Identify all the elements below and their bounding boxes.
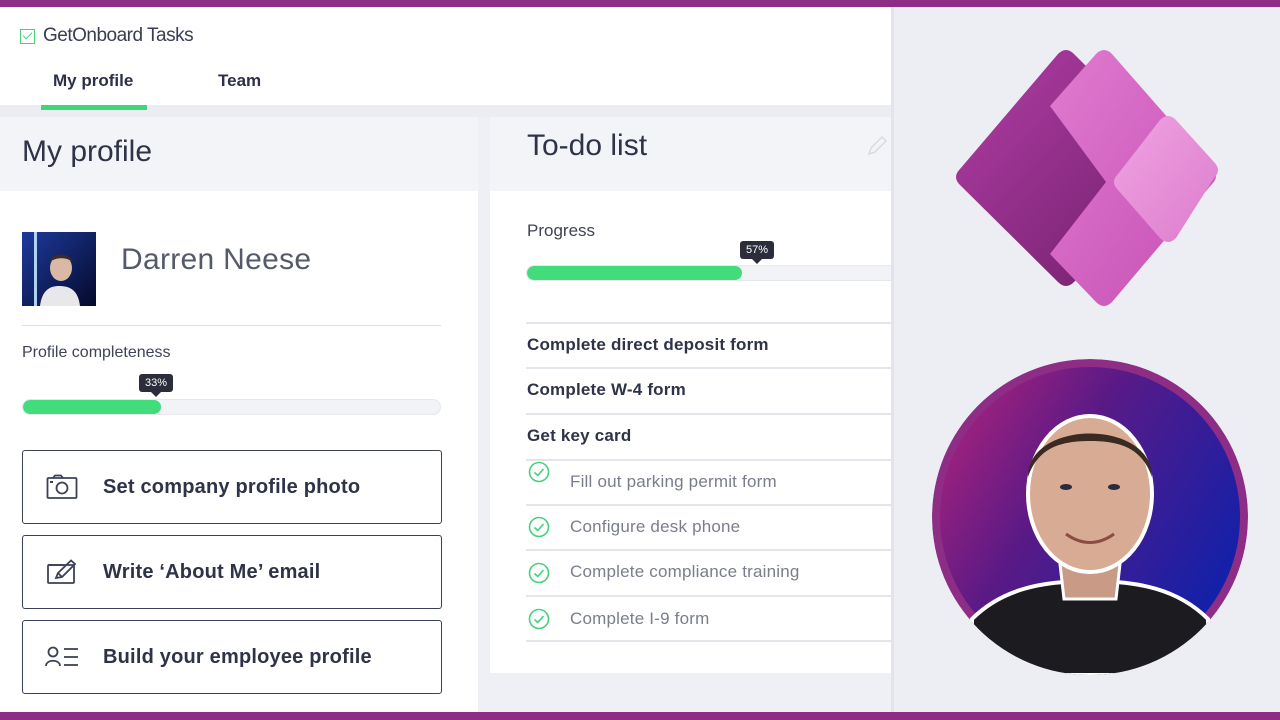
- profile-completeness-fill: [23, 400, 161, 414]
- tab-my-profile[interactable]: My profile: [53, 71, 133, 91]
- write-about-me-button[interactable]: Write ‘About Me’ email: [22, 535, 442, 609]
- profile-completeness-tooltip: 33%: [139, 374, 174, 397]
- edit-note-icon: [45, 557, 79, 587]
- divider: [891, 7, 894, 712]
- power-apps-logo: [956, 50, 1218, 306]
- set-profile-photo-label: Set company profile photo: [103, 475, 361, 498]
- presenter-portrait: [932, 359, 1248, 675]
- todo-progress-fill: [527, 266, 743, 280]
- profile-completeness-bar: [22, 399, 441, 415]
- check-circle-icon: [528, 608, 550, 630]
- app-title: GetOnboard Tasks: [43, 25, 194, 46]
- check-circle-icon: [528, 516, 550, 538]
- divider: [526, 549, 891, 551]
- contact-list-icon: [45, 642, 79, 672]
- write-about-me-label: Write ‘About Me’ email: [103, 560, 321, 583]
- divider: [526, 367, 891, 369]
- divider: [526, 595, 891, 597]
- divider: [526, 504, 891, 506]
- profile-panel-header: My profile: [0, 117, 478, 191]
- top-frame-bar: [0, 0, 1280, 7]
- todo-progress-tooltip: 57%: [740, 241, 775, 264]
- user-name: Darren Neese: [121, 243, 312, 276]
- todo-panel-header: To-do list: [490, 117, 891, 191]
- pencil-icon[interactable]: [866, 135, 888, 157]
- tab-team[interactable]: Team: [218, 71, 261, 91]
- todo-panel: To-do list Progress 57% Complete direct …: [490, 117, 891, 673]
- profile-title: My profile: [22, 135, 153, 168]
- divider: [526, 413, 891, 415]
- todo-item[interactable]: Complete W-4 form: [527, 380, 686, 400]
- build-employee-profile-button[interactable]: Build your employee profile: [22, 620, 442, 694]
- checkbox-logo-icon: [20, 28, 35, 44]
- camera-icon: [45, 472, 79, 502]
- check-circle-icon: [528, 562, 550, 584]
- todo-title: To-do list: [527, 129, 648, 162]
- todo-item-completed[interactable]: Configure desk phone: [570, 517, 740, 537]
- todo-item[interactable]: Complete direct deposit form: [527, 335, 769, 355]
- set-profile-photo-button[interactable]: Set company profile photo: [22, 450, 442, 524]
- divider: [526, 640, 891, 642]
- todo-item[interactable]: Get key card: [527, 426, 631, 446]
- build-employee-profile-label: Build your employee profile: [103, 645, 372, 668]
- todo-item-completed[interactable]: Fill out parking permit form: [570, 472, 777, 492]
- todo-progress-bar: [526, 265, 891, 281]
- app-window: GetOnboard Tasks My profile Team My prof…: [0, 7, 891, 712]
- bottom-frame-bar: [0, 712, 1280, 720]
- profile-completeness-label: Profile completeness: [22, 344, 171, 361]
- divider: [526, 459, 891, 461]
- todo-item-completed[interactable]: Complete compliance training: [570, 562, 800, 582]
- brand: GetOnboard Tasks: [20, 25, 194, 47]
- divider: [526, 322, 891, 324]
- divider: [22, 325, 441, 326]
- todo-item-completed[interactable]: Complete I-9 form: [570, 609, 709, 629]
- todo-progress-label: Progress: [527, 221, 596, 240]
- app-header: GetOnboard Tasks My profile Team: [0, 7, 891, 105]
- avatar: [22, 232, 96, 306]
- check-circle-icon: [528, 461, 550, 483]
- active-tab-indicator: [41, 105, 147, 110]
- profile-panel: My profile Darren Neese Profile complete…: [0, 117, 478, 712]
